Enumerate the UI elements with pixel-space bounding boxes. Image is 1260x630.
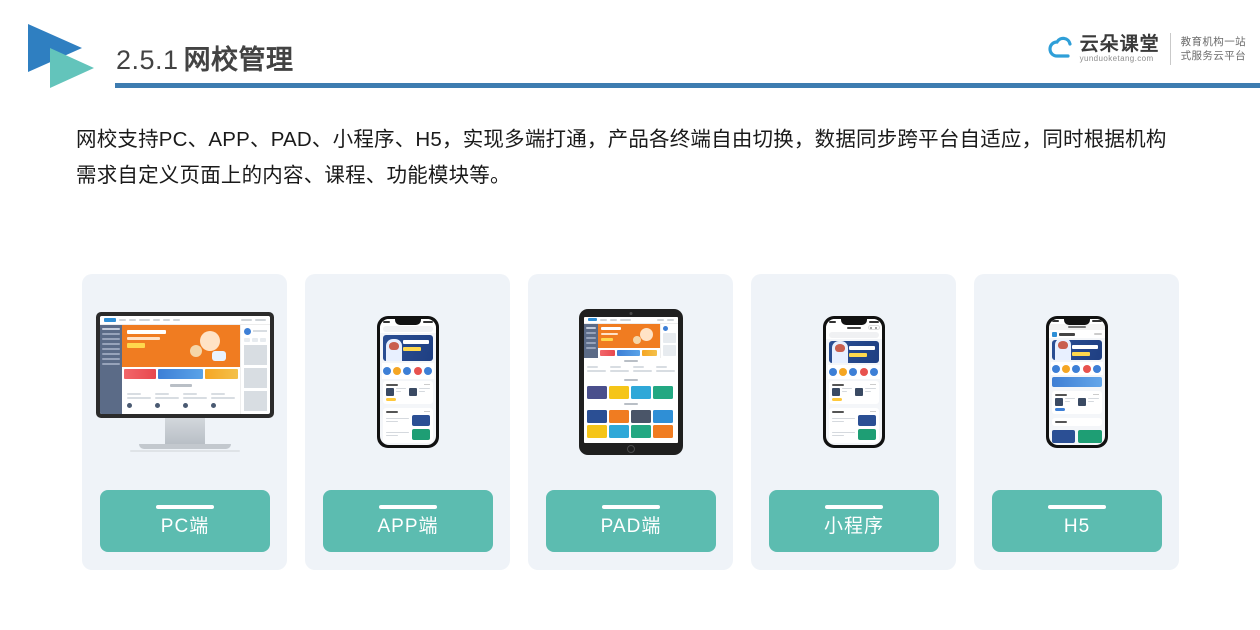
card-label-miniprogram[interactable]: 小程序 xyxy=(769,490,939,552)
double-arrow-logo-icon xyxy=(24,18,96,90)
slide: 2.5.1 网校管理 云朵课堂 yunduoketang.com 教育机构一站 式… xyxy=(0,0,1260,630)
card-app[interactable]: APP端 xyxy=(305,274,510,570)
tablet-mockup xyxy=(528,274,733,489)
brand-tagline-line2: 式服务云平台 xyxy=(1180,50,1246,62)
card-miniprogram[interactable]: 小程序 xyxy=(751,274,956,570)
title-underline xyxy=(115,83,1260,88)
card-label-pc[interactable]: PC端 xyxy=(100,490,270,552)
site-logo-row xyxy=(1048,330,1105,338)
card-label-text: H5 xyxy=(1063,515,1091,537)
miniprogram-capsule-bar xyxy=(825,324,882,332)
desktop-monitor-mockup xyxy=(82,274,287,489)
brand-tagline-line1: 教育机构一站 xyxy=(1180,36,1246,48)
device-card-list: PC端 APP端 PAD端 小程序 H5 xyxy=(82,274,1188,570)
slide-header: 2.5.1 网校管理 云朵课堂 yunduoketang.com 教育机构一站 式… xyxy=(0,0,1260,100)
card-label-h5[interactable]: H5 xyxy=(992,490,1162,552)
label-divider xyxy=(602,504,660,509)
cloud-icon xyxy=(1047,34,1078,64)
page-title: 2.5.1 网校管理 xyxy=(116,38,294,77)
label-divider xyxy=(156,504,214,509)
body-paragraph: 网校支持PC、APP、PAD、小程序、H5，实现多端打通，产品各终端自由切换，数… xyxy=(76,128,1167,187)
card-label-text: PAD端 xyxy=(600,515,662,537)
smartphone-miniprogram-mockup xyxy=(751,274,956,489)
section-title: 网校管理 xyxy=(183,45,294,75)
brand-name-en: yunduoketang.com xyxy=(1079,53,1154,63)
label-divider xyxy=(379,504,437,509)
browser-address-bar xyxy=(1048,324,1105,331)
card-label-text: 小程序 xyxy=(823,515,884,537)
card-h5[interactable]: H5 xyxy=(974,274,1179,570)
card-label-text: PC端 xyxy=(160,515,210,537)
label-divider xyxy=(1048,504,1106,509)
section-number: 2.5.1 xyxy=(116,45,179,75)
brand-name-cn: 云朵课堂 xyxy=(1079,33,1160,55)
card-pad[interactable]: PAD端 xyxy=(528,274,733,570)
card-pc[interactable]: PC端 xyxy=(82,274,287,570)
card-label-text: APP端 xyxy=(377,515,439,537)
smartphone-mockup xyxy=(305,274,510,489)
smartphone-browser-mockup xyxy=(974,274,1179,489)
card-label-pad[interactable]: PAD端 xyxy=(546,490,716,552)
brand-divider xyxy=(1169,33,1171,65)
label-divider xyxy=(825,504,883,509)
card-label-app[interactable]: APP端 xyxy=(323,490,493,552)
brand-logo: 云朵课堂 yunduoketang.com 教育机构一站 式服务云平台 xyxy=(1047,27,1246,71)
